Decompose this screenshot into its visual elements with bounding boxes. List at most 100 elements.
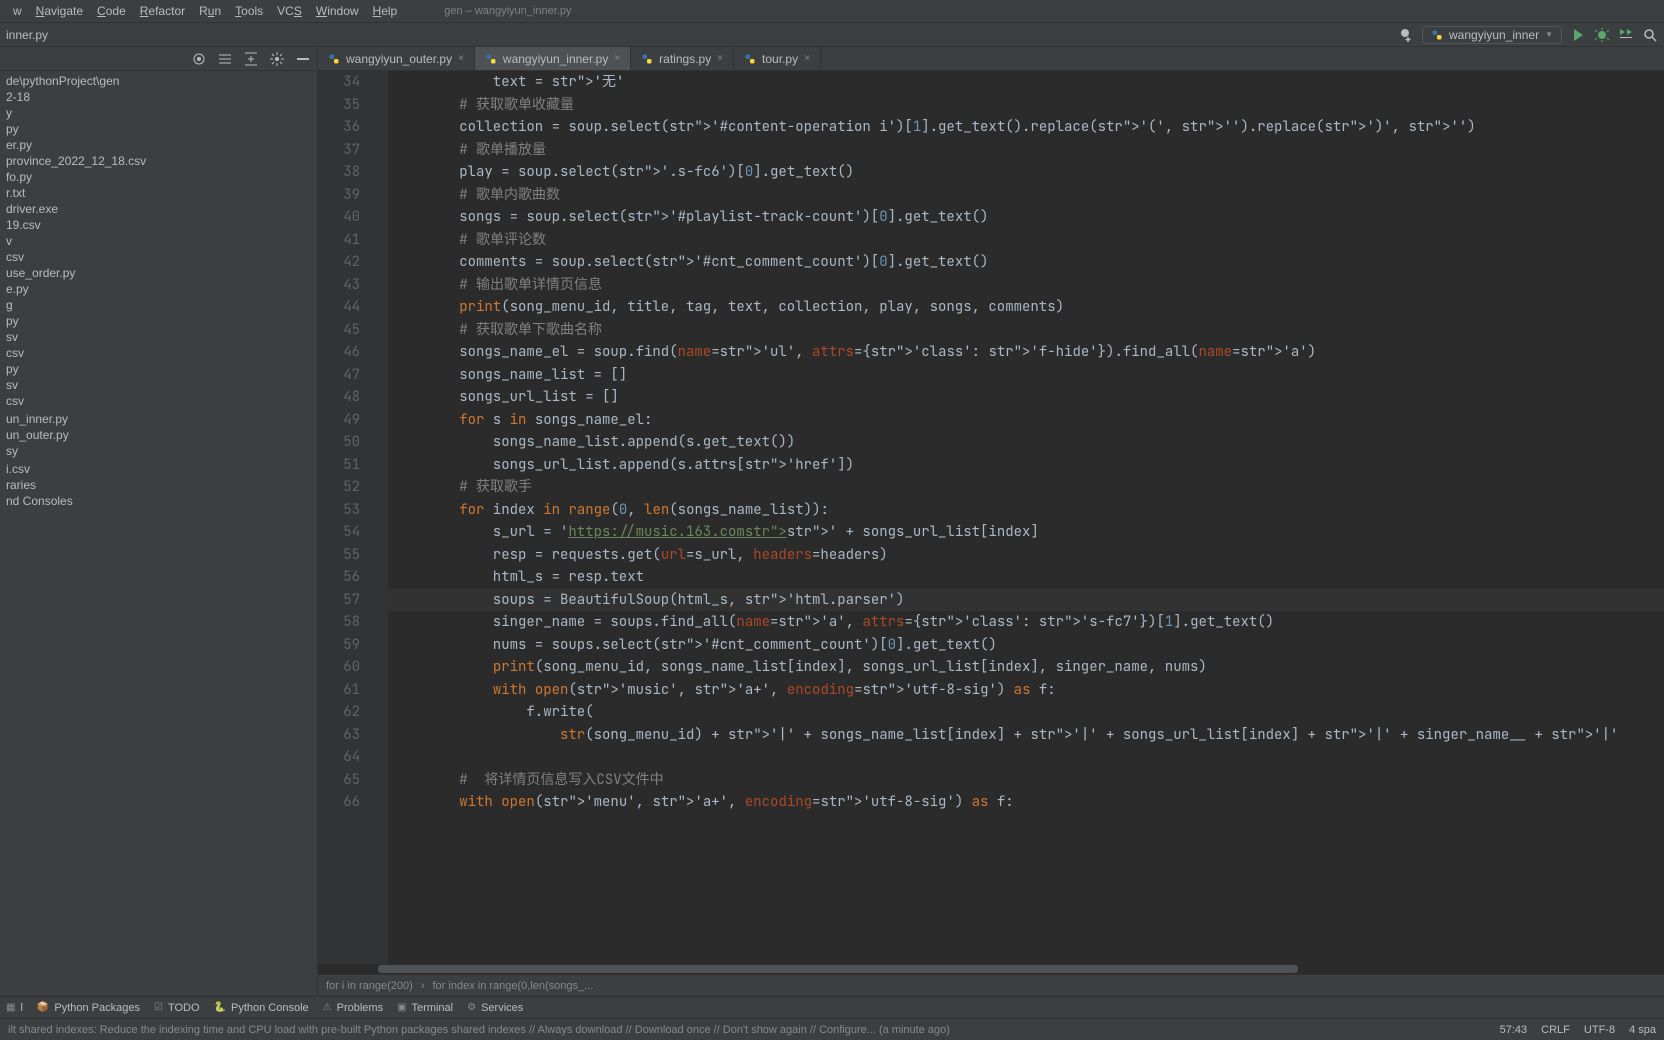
tree-file[interactable]: er.py xyxy=(0,137,317,153)
horizontal-scrollbar[interactable] xyxy=(318,964,1664,974)
code-line[interactable]: # 获取歌手 xyxy=(388,476,1664,499)
tree-file[interactable]: py xyxy=(0,121,317,137)
tree-file[interactable]: raries xyxy=(0,477,317,493)
code-line[interactable]: # 将详情页信息写入CSV文件中 xyxy=(388,769,1664,792)
bottom-tab-terminal[interactable]: ▣Terminal xyxy=(397,1002,453,1014)
close-icon[interactable]: × xyxy=(614,53,620,64)
code-content[interactable]: text = str">'无' # 获取歌单收藏量 collection = s… xyxy=(388,71,1664,964)
bottom-tab-l[interactable]: ▦l xyxy=(6,1002,23,1014)
code-line[interactable]: # 获取歌单下歌曲名称 xyxy=(388,319,1664,342)
select-opened-file-icon[interactable] xyxy=(191,51,207,67)
status-encoding[interactable]: UTF-8 xyxy=(1584,1024,1615,1036)
code-line[interactable]: str(song_menu_id) + str">'|' + songs_nam… xyxy=(388,724,1664,747)
collapse-all-icon[interactable] xyxy=(243,51,259,67)
code-line[interactable]: # 获取歌单收藏量 xyxy=(388,94,1664,117)
editor-tab[interactable]: wangyiyun_outer.py× xyxy=(318,47,475,70)
code-breadcrumbs[interactable]: for i in range(200) › for index in range… xyxy=(318,974,1664,996)
settings-icon[interactable] xyxy=(269,51,285,67)
editor-tab[interactable]: ratings.py× xyxy=(631,47,734,70)
code-line[interactable]: comments = soup.select(str">'#cnt_commen… xyxy=(388,251,1664,274)
code-line[interactable]: resp = requests.get(url=s_url, headers=h… xyxy=(388,544,1664,567)
code-line[interactable]: print(song_menu_id, songs_name_list[inde… xyxy=(388,656,1664,679)
close-icon[interactable]: × xyxy=(717,53,723,64)
breadcrumb-item[interactable]: for i in range(200) xyxy=(326,980,413,992)
bottom-tab-todo[interactable]: ☑TODO xyxy=(154,1002,200,1014)
code-line[interactable]: print(song_menu_id, title, tag, text, co… xyxy=(388,296,1664,319)
code-line[interactable]: for s in songs_name_el: xyxy=(388,409,1664,432)
tree-file[interactable]: un_inner.py xyxy=(0,411,317,427)
menu-run[interactable]: Run xyxy=(192,4,228,18)
search-everywhere-icon[interactable] xyxy=(1642,27,1658,43)
tree-date[interactable]: 2-18 xyxy=(0,89,317,105)
tree-root[interactable]: de\pythonProject\gen xyxy=(0,73,317,89)
tree-file[interactable]: py xyxy=(0,361,317,377)
hide-icon[interactable] xyxy=(295,51,311,67)
menu-vcs[interactable]: VCS xyxy=(270,4,309,18)
code-line[interactable]: html_s = resp.text xyxy=(388,566,1664,589)
add-config-icon[interactable] xyxy=(1398,27,1414,43)
close-icon[interactable]: × xyxy=(458,53,464,64)
code-line[interactable]: songs = soup.select(str">'#playlist-trac… xyxy=(388,206,1664,229)
tree-file[interactable]: i.csv xyxy=(0,461,317,477)
code-line[interactable]: for index in range(0, len(songs_name_lis… xyxy=(388,499,1664,522)
tree-file[interactable]: sv xyxy=(0,329,317,345)
tree-file[interactable]: sy xyxy=(0,443,317,459)
code-line[interactable] xyxy=(388,746,1664,769)
tree-file[interactable]: y xyxy=(0,105,317,121)
tree-file[interactable]: province_2022_12_18.csv xyxy=(0,153,317,169)
run-configuration-selector[interactable]: wangyiyun_inner ▼ xyxy=(1422,26,1562,44)
bottom-tab-problems[interactable]: ⚠Problems xyxy=(323,1002,383,1014)
editor-tab[interactable]: wangyiyun_inner.py× xyxy=(475,47,631,70)
close-icon[interactable]: × xyxy=(804,53,810,64)
run-button[interactable] xyxy=(1570,27,1586,43)
bottom-tab-services[interactable]: ⚙Services xyxy=(467,1002,523,1014)
tree-file[interactable]: csv xyxy=(0,393,317,409)
code-line[interactable]: singer_name = soups.find_all(name=str">'… xyxy=(388,611,1664,634)
menu-window[interactable]: Window xyxy=(309,4,366,18)
tree-file[interactable]: g xyxy=(0,297,317,313)
code-line[interactable]: # 输出歌单详情页信息 xyxy=(388,274,1664,297)
code-line[interactable]: songs_url_list = [] xyxy=(388,386,1664,409)
code-line[interactable]: f.write( xyxy=(388,701,1664,724)
code-line[interactable]: # 歌单评论数 xyxy=(388,229,1664,252)
debug-button[interactable] xyxy=(1594,27,1610,43)
status-caret-position[interactable]: 57:43 xyxy=(1500,1024,1528,1036)
status-indent[interactable]: 4 spa xyxy=(1629,1024,1656,1036)
status-message[interactable]: ilt shared indexes: Reduce the indexing … xyxy=(8,1024,950,1036)
menu-code[interactable]: Code xyxy=(90,4,133,18)
code-line[interactable]: collection = soup.select(str">'#content-… xyxy=(388,116,1664,139)
bottom-tab-python-packages[interactable]: 📦Python Packages xyxy=(37,1002,140,1014)
tree-file[interactable]: nd Consoles xyxy=(0,493,317,509)
code-line[interactable]: # 歌单播放量 xyxy=(388,139,1664,162)
code-line[interactable]: with open(str">'menu', str">'a+', encodi… xyxy=(388,791,1664,814)
code-line[interactable]: songs_name_list.append(s.get_text()) xyxy=(388,431,1664,454)
code-line[interactable]: nums = soups.select(str">'#cnt_comment_c… xyxy=(388,634,1664,657)
project-tree[interactable]: de\pythonProject\gen 2-18 ypyer.pyprovin… xyxy=(0,71,317,996)
code-line[interactable]: songs_name_el = soup.find(name=str">'ul'… xyxy=(388,341,1664,364)
status-line-separator[interactable]: CRLF xyxy=(1541,1024,1570,1036)
tree-file[interactable]: un_outer.py xyxy=(0,427,317,443)
menu-tools[interactable]: Tools xyxy=(228,4,270,18)
tree-file[interactable]: v xyxy=(0,233,317,249)
tree-file[interactable]: csv xyxy=(0,345,317,361)
tree-file[interactable]: r.txt xyxy=(0,185,317,201)
code-line[interactable]: text = str">'无' xyxy=(388,71,1664,94)
menu-w[interactable]: w xyxy=(6,4,29,18)
code-line[interactable]: play = soup.select(str">'.s-fc6')[0].get… xyxy=(388,161,1664,184)
tree-file[interactable]: use_order.py xyxy=(0,265,317,281)
code-line[interactable]: with open(str">'music', str">'a+', encod… xyxy=(388,679,1664,702)
menu-help[interactable]: Help xyxy=(366,4,405,18)
menu-refactor[interactable]: Refactor xyxy=(133,4,192,18)
tree-file[interactable]: 19.csv xyxy=(0,217,317,233)
more-run-icon[interactable] xyxy=(1618,27,1634,43)
tree-file[interactable]: py xyxy=(0,313,317,329)
tree-file[interactable]: sv xyxy=(0,377,317,393)
scrollbar-thumb[interactable] xyxy=(378,965,1298,973)
bottom-tab-python-console[interactable]: 🐍Python Console xyxy=(214,1002,309,1014)
code-line[interactable]: songs_url_list.append(s.attrs[str">'href… xyxy=(388,454,1664,477)
tree-file[interactable]: csv xyxy=(0,249,317,265)
tree-file[interactable]: fo.py xyxy=(0,169,317,185)
navbar-breadcrumb[interactable]: inner.py xyxy=(6,28,48,42)
code-line[interactable]: # 歌单内歌曲数 xyxy=(388,184,1664,207)
tree-file[interactable]: e.py xyxy=(0,281,317,297)
